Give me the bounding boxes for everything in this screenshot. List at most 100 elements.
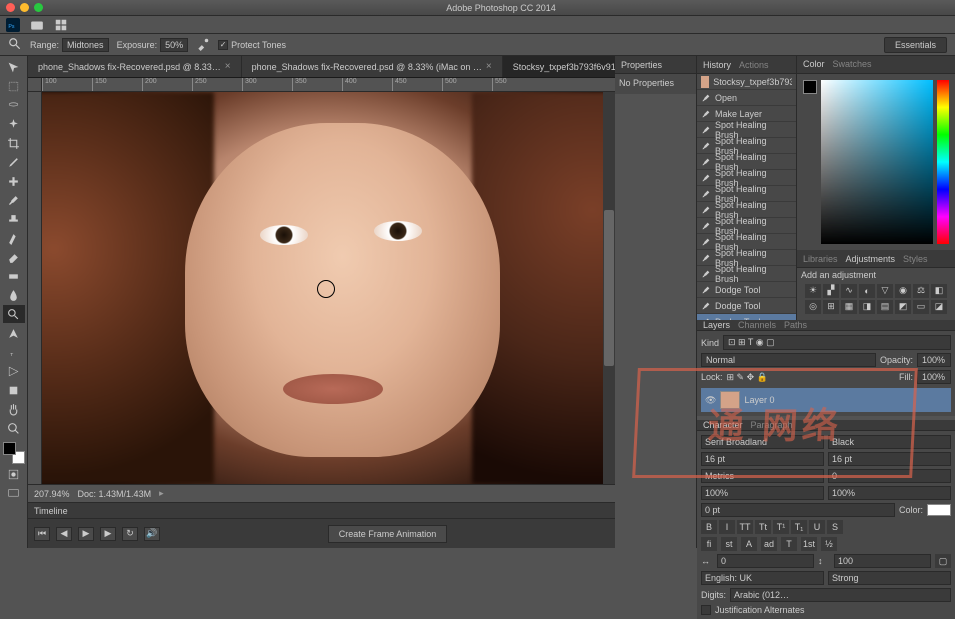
create-frame-button[interactable]: Create Frame Animation [328,525,448,543]
layer-row[interactable]: 👁 Layer 0 [701,388,951,412]
adjustments-tab[interactable]: Adjustments [846,254,896,264]
brush-tool[interactable] [3,191,25,209]
blend-mode[interactable]: Normal [701,353,876,367]
baseline[interactable]: 0 pt [701,503,895,517]
gradient-tool[interactable] [3,267,25,285]
zoom-level[interactable]: 207.94% [34,489,70,499]
tracking[interactable]: 0 [828,469,951,483]
tab-doc-1[interactable]: phone_Shadows fix-Recovered.psd @ 8.33…× [28,56,242,77]
stamp-tool[interactable] [3,210,25,228]
color-swatches[interactable] [3,442,25,464]
layer-thumbnail[interactable] [720,391,740,409]
strike-icon[interactable]: S [827,520,843,534]
bw-icon[interactable]: ◧ [931,284,947,298]
first-frame-icon[interactable]: ⏮ [34,527,50,541]
fill-input[interactable]: 100% [917,370,951,384]
scrollbar-vertical[interactable] [603,92,615,484]
color-field[interactable] [821,80,933,245]
posterize-icon[interactable]: ▤ [877,300,893,314]
font-family[interactable]: Serif Broadland [701,435,824,449]
smallcaps-icon[interactable]: Tt [755,520,771,534]
swatches-tab[interactable]: Swatches [833,59,872,69]
text-color[interactable] [927,504,951,516]
quickmask-icon[interactable] [3,465,25,483]
styles-tab[interactable]: Styles [903,254,928,264]
lasso-tool[interactable] [3,96,25,114]
history-step[interactable]: Spot Healing Brush [697,266,796,282]
bridge-icon[interactable] [30,18,44,32]
antialiasing[interactable]: Strong [828,571,951,585]
mini-bridge-icon[interactable] [54,18,68,32]
exposure-input[interactable]: 50% [160,38,188,52]
canvas[interactable]: 100150200250300350400450500550 [28,78,615,484]
lookup-icon[interactable]: ▦ [841,300,857,314]
pen-tool[interactable] [3,324,25,342]
paragraph-tab[interactable]: Paragraph [751,420,793,430]
hue-slider[interactable] [937,80,949,245]
move-tool[interactable] [3,58,25,76]
history-step[interactable]: Open [697,90,796,106]
eyedropper-tool[interactable] [3,153,25,171]
color-tab[interactable]: Color [803,59,825,69]
invert-icon[interactable]: ◨ [859,300,875,314]
history-step[interactable]: Dodge Tool [697,298,796,314]
close-window[interactable] [6,3,15,12]
visibility-icon[interactable]: 👁 [705,395,716,406]
ruler-origin[interactable] [28,78,42,92]
marquee-tool[interactable] [3,77,25,95]
italic-icon[interactable]: I [719,520,735,534]
eraser-tool[interactable] [3,248,25,266]
super-icon[interactable]: T¹ [773,520,789,534]
gradient-map-icon[interactable]: ▭ [913,300,929,314]
bold-icon[interactable]: B [701,520,717,534]
protect-tones-checkbox[interactable]: ✓ [218,40,228,50]
vibrance-icon[interactable]: ▽ [877,284,893,298]
loop-icon[interactable]: ↻ [122,527,138,541]
actions-tab[interactable]: Actions [739,60,769,70]
zoom-window[interactable] [34,3,43,12]
character-tab[interactable]: Character [703,420,743,430]
history-snapshot[interactable]: Stocksy_txpef3b793f6v9100_S… [697,74,796,90]
document-image[interactable] [42,92,615,484]
percent-input[interactable]: 100 [834,554,931,568]
photo-filter-icon[interactable]: ◎ [805,300,821,314]
range-select[interactable]: Midtones [62,38,109,52]
channel-mixer-icon[interactable]: ⊞ [823,300,839,314]
history-brush-tool[interactable] [3,229,25,247]
tab-doc-2[interactable]: phone_Shadows fix-Recovered.psd @ 8.33% … [242,56,503,77]
history-step[interactable]: Dodge Tool [697,282,796,298]
libraries-tab[interactable]: Libraries [803,254,838,264]
shape-tool[interactable] [3,381,25,399]
ps-logo-icon[interactable]: Ps [6,18,20,32]
opacity-input[interactable]: 100% [917,353,951,367]
sub-icon[interactable]: T₁ [791,520,807,534]
leading[interactable]: 16 pt [828,452,951,466]
blur-tool[interactable] [3,286,25,304]
path-tool[interactable] [3,362,25,380]
layers-tab[interactable]: Layers [703,320,730,330]
font-style[interactable]: Black [828,435,951,449]
font-size[interactable]: 16 pt [701,452,824,466]
dodge-tool[interactable] [3,305,25,323]
wand-tool[interactable] [3,115,25,133]
levels-icon[interactable]: ▞ [823,284,839,298]
exposure-icon[interactable]: ◐ [859,284,875,298]
minimize-window[interactable] [20,3,29,12]
close-icon[interactable]: × [486,61,492,72]
tab-doc-3[interactable]: Stocksy_txpef3b793f6v9100_Small_1116168.… [503,56,615,77]
close-icon[interactable]: × [225,61,231,72]
caps-icon[interactable]: TT [737,520,753,534]
selective-icon[interactable]: ◪ [931,300,947,314]
threshold-icon[interactable]: ◩ [895,300,911,314]
airbrush-icon[interactable] [196,37,210,53]
ruler-horizontal[interactable]: 100150200250300350400450500550 [42,78,615,92]
crop-tool[interactable] [3,134,25,152]
properties-tab[interactable]: Properties [621,60,662,70]
underline-icon[interactable]: U [809,520,825,534]
paths-tab[interactable]: Paths [784,320,807,330]
next-frame-icon[interactable]: ▶ [100,527,116,541]
curves-icon[interactable]: ∿ [841,284,857,298]
layer-name[interactable]: Layer 0 [744,395,774,405]
channels-tab[interactable]: Channels [738,320,776,330]
audio-icon[interactable]: 🔊 [144,527,160,541]
